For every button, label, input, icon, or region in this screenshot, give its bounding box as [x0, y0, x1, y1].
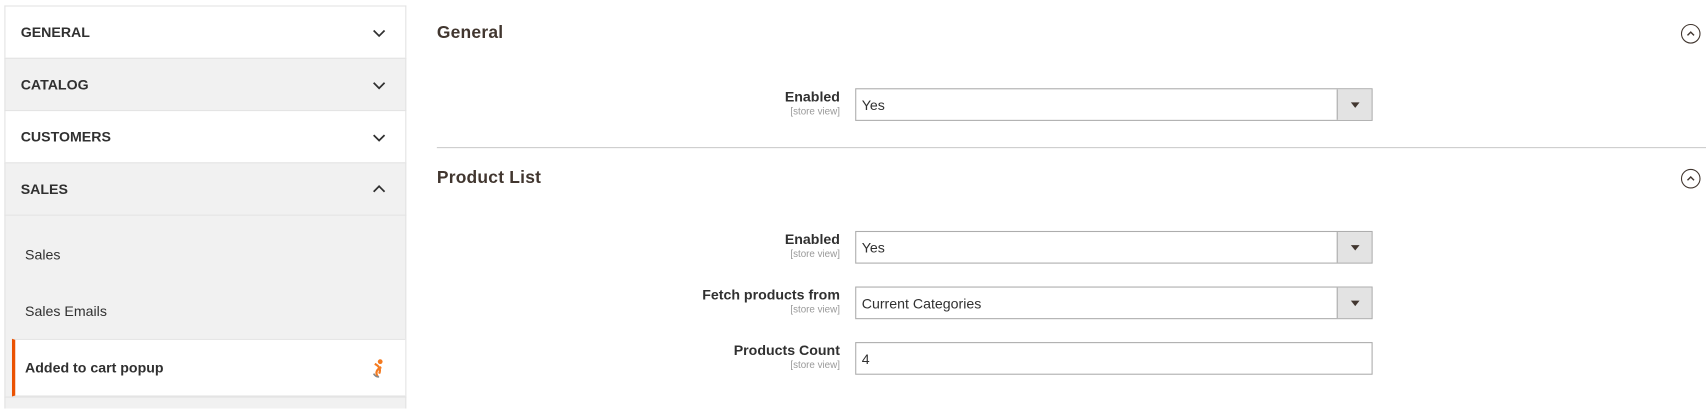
- section-divider: [436, 147, 1706, 149]
- select-value: Current Categories: [861, 294, 982, 312]
- group-title: General: [436, 23, 504, 43]
- collapse-circle-icon[interactable]: [1680, 23, 1701, 44]
- group-general-header[interactable]: General: [436, 23, 1701, 44]
- chevron-down-icon: [373, 133, 386, 142]
- section-title: CATALOG: [20, 76, 89, 93]
- field-scope: [store view]: [790, 105, 840, 117]
- section-title: SALES: [20, 180, 68, 198]
- group-title: Product List: [436, 168, 542, 188]
- sidebar-item-label: Added to cart popup: [25, 359, 164, 376]
- chevron-down-icon: [373, 81, 386, 89]
- field-product-list-enabled: Enabled [store view] Yes: [437, 230, 1706, 264]
- dropdown-arrow-icon[interactable]: [1336, 232, 1372, 263]
- chevron-up-icon: [373, 184, 386, 192]
- products-count-input[interactable]: 4: [855, 342, 1373, 375]
- group-product-list-header[interactable]: Product List: [436, 168, 1701, 189]
- sidebar-section-customers[interactable]: CUSTOMERS: [4, 110, 407, 163]
- input-value: 4: [861, 350, 870, 367]
- sidebar-item-sales[interactable]: Sales: [5, 216, 405, 284]
- sales-submenu: Sales Sales Emails Added to cart popup: [4, 214, 407, 397]
- field-general-enabled: Enabled [store view] Yes: [437, 88, 1706, 121]
- fetch-products-from-select[interactable]: Current Categories: [855, 286, 1373, 320]
- field-fetch-products-from: Fetch products from [store view] Current …: [437, 286, 1706, 320]
- general-enabled-select[interactable]: Yes: [855, 88, 1373, 121]
- sidebar-section-general[interactable]: GENERAL: [4, 5, 407, 58]
- field-label: Fetch products from: [702, 286, 840, 303]
- config-sidebar: GENERAL CATALOG CUSTOMERS SALES Sales Sa…: [4, 5, 407, 409]
- sidebar-next-section: [4, 396, 407, 409]
- dropdown-arrow-icon[interactable]: [1336, 287, 1372, 319]
- sidebar-section-sales[interactable]: SALES: [4, 162, 407, 215]
- dropdown-arrow-icon[interactable]: [1336, 89, 1372, 120]
- section-title: GENERAL: [20, 23, 90, 41]
- sidebar-section-catalog[interactable]: CATALOG: [4, 57, 407, 111]
- chevron-down-icon: [373, 29, 386, 37]
- select-value: Yes: [861, 96, 885, 113]
- vendor-logo-icon: [372, 358, 383, 378]
- sidebar-item-sales-emails[interactable]: Sales Emails: [5, 283, 405, 339]
- field-products-count: Products Count [store view] 4: [437, 342, 1706, 375]
- collapse-circle-icon[interactable]: [1680, 168, 1701, 189]
- field-scope: [store view]: [790, 359, 840, 371]
- field-label: Products Count: [733, 342, 840, 359]
- sidebar-item-added-to-cart-popup[interactable]: Added to cart popup: [11, 338, 406, 397]
- product-list-enabled-select[interactable]: Yes: [855, 230, 1373, 264]
- field-scope: [store view]: [790, 248, 840, 260]
- field-label: Enabled: [784, 230, 840, 248]
- select-value: Yes: [861, 239, 885, 256]
- section-title: CUSTOMERS: [20, 128, 111, 145]
- field-label: Enabled: [784, 88, 840, 105]
- field-scope: [store view]: [790, 303, 840, 315]
